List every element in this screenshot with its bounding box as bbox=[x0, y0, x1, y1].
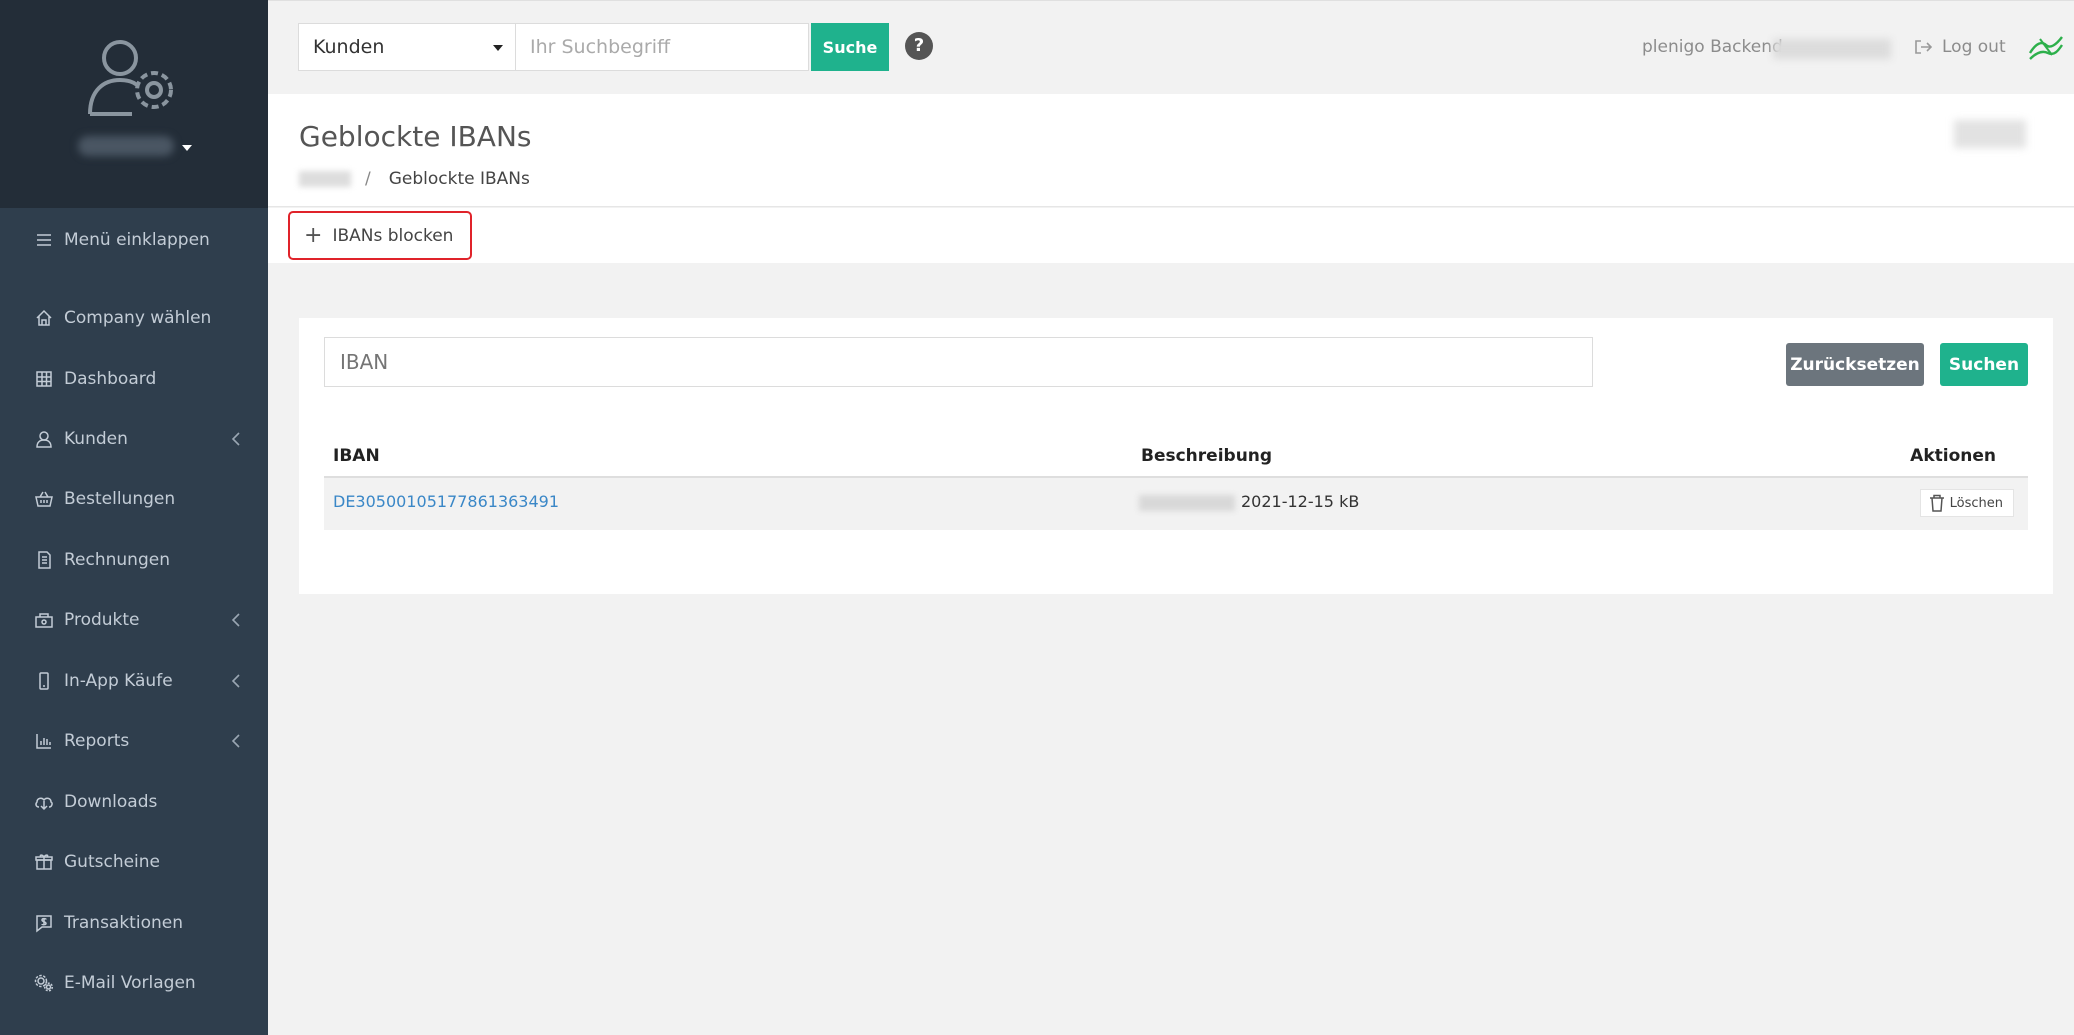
cloud-download-icon bbox=[34, 792, 54, 812]
backend-label: plenigo Backend bbox=[1642, 37, 1783, 57]
description-cell: 2021-12-15 kB bbox=[1139, 492, 1359, 511]
column-header-iban: IBAN bbox=[333, 446, 380, 466]
basket-icon bbox=[34, 489, 54, 509]
column-header-beschreibung: Beschreibung bbox=[1141, 446, 1273, 466]
table-row: DE30500105177861363491 2021-12-15 kB Lös… bbox=[324, 478, 2028, 530]
product-icon bbox=[34, 610, 54, 630]
sidebar-item-bestellungen[interactable]: Bestellungen bbox=[0, 476, 268, 522]
description-text: 2021-12-15 kB bbox=[1241, 492, 1360, 511]
filter-search-button[interactable]: Suchen bbox=[1940, 343, 2028, 386]
page-title: Geblockte IBANs bbox=[299, 120, 532, 153]
sidebar-item-label: Reports bbox=[64, 731, 130, 751]
trash-icon bbox=[1929, 494, 1944, 512]
user-icon bbox=[34, 429, 54, 449]
chart-icon bbox=[34, 731, 54, 751]
sidebar-item-label: Transaktionen bbox=[64, 913, 183, 933]
sidebar-item-label: Kunden bbox=[64, 429, 128, 449]
grid-icon bbox=[34, 369, 54, 389]
sidebar-item-label: In-App Käufe bbox=[64, 671, 173, 691]
invoice-icon bbox=[34, 550, 54, 570]
iban-link[interactable]: DE30500105177861363491 bbox=[333, 492, 559, 511]
caret-down-icon bbox=[493, 45, 503, 51]
sidebar-item-label: Rechnungen bbox=[64, 550, 170, 570]
chevron-left-icon bbox=[226, 731, 246, 751]
chevron-left-icon bbox=[226, 429, 246, 449]
backend-user-redacted bbox=[1773, 39, 1891, 59]
sidebar-item-inapp[interactable]: In-App Käufe bbox=[0, 658, 268, 704]
logout-label: Log out bbox=[1942, 37, 2006, 57]
home-icon bbox=[34, 308, 54, 328]
search-category-value: Kunden bbox=[313, 36, 385, 58]
help-icon[interactable]: ? bbox=[905, 32, 933, 60]
sidebar-item-company[interactable]: Company wählen bbox=[0, 295, 268, 341]
block-ibans-button[interactable]: + IBANs blocken bbox=[288, 211, 472, 260]
sidebar-item-label: Downloads bbox=[64, 792, 158, 812]
sidebar-item-label: Gutscheine bbox=[64, 852, 161, 872]
search-button[interactable]: Suche bbox=[811, 23, 889, 71]
chevron-left-icon bbox=[226, 671, 246, 691]
delete-button[interactable]: Löschen bbox=[1919, 489, 2014, 517]
gears-icon bbox=[34, 973, 54, 993]
sidebar-profile bbox=[0, 0, 268, 208]
sidebar-item-transaktionen[interactable]: Transaktionen bbox=[0, 900, 268, 946]
gift-icon bbox=[34, 852, 54, 872]
plus-icon: + bbox=[304, 222, 323, 248]
search-category-select[interactable]: Kunden bbox=[298, 23, 516, 71]
breadcrumb-current: Geblockte IBANs bbox=[388, 169, 530, 189]
sidebar-item-rechnungen[interactable]: Rechnungen bbox=[0, 537, 268, 583]
user-name-redacted[interactable] bbox=[78, 136, 174, 156]
breadcrumb-home-redacted[interactable] bbox=[299, 171, 351, 187]
sidebar-item-email-vorlagen[interactable]: E-Mail Vorlagen bbox=[0, 960, 268, 1006]
logout-icon bbox=[1915, 40, 1932, 54]
user-settings-icon bbox=[88, 40, 173, 116]
sidebar-item-dashboard[interactable]: Dashboard bbox=[0, 356, 268, 402]
caret-down-icon[interactable] bbox=[182, 145, 192, 151]
hamburger-icon bbox=[34, 230, 54, 250]
page-header: Geblockte IBANs / Geblockte IBANs bbox=[268, 94, 2074, 207]
plenigo-logo-icon[interactable] bbox=[2026, 31, 2066, 63]
breadcrumb: / Geblockte IBANs bbox=[299, 169, 530, 189]
description-redacted bbox=[1139, 494, 1235, 511]
logout-link[interactable]: Log out bbox=[1914, 37, 2006, 57]
search-input[interactable] bbox=[516, 23, 809, 71]
column-header-aktionen: Aktionen bbox=[1910, 446, 1996, 466]
sidebar-item-downloads[interactable]: Downloads bbox=[0, 779, 268, 825]
menu-collapse-label: Menü einklappen bbox=[64, 230, 210, 250]
phone-icon bbox=[34, 671, 54, 691]
sidebar-item-label: Dashboard bbox=[64, 369, 157, 389]
sidebar-item-gutscheine[interactable]: Gutscheine bbox=[0, 839, 268, 885]
topbar: Kunden Suche ? plenigo Backend Log out bbox=[268, 0, 2074, 94]
reset-button[interactable]: Zurücksetzen bbox=[1786, 343, 1924, 386]
sidebar-item-label: E-Mail Vorlagen bbox=[64, 973, 196, 993]
chevron-left-icon bbox=[226, 610, 246, 630]
header-action-redacted[interactable] bbox=[1954, 120, 2026, 148]
sidebar-item-produkte[interactable]: Produkte bbox=[0, 597, 268, 643]
breadcrumb-separator: / bbox=[365, 169, 371, 189]
iban-table: IBAN Beschreibung Aktionen DE30500105177… bbox=[324, 438, 2028, 530]
sidebar: Menü einklappen Company wählen Dashboard… bbox=[0, 0, 268, 1035]
action-bar: + IBANs blocken bbox=[268, 208, 2074, 263]
sidebar-item-reports[interactable]: Reports bbox=[0, 718, 268, 764]
delete-label: Löschen bbox=[1949, 495, 2003, 511]
sidebar-item-kunden[interactable]: Kunden bbox=[0, 416, 268, 462]
transaction-icon bbox=[34, 913, 54, 933]
sidebar-item-label: Bestellungen bbox=[64, 489, 176, 509]
sidebar-item-label: Company wählen bbox=[64, 308, 212, 328]
sidebar-item-label: Produkte bbox=[64, 610, 140, 630]
block-ibans-label: IBANs blocken bbox=[332, 225, 454, 246]
iban-filter-input[interactable] bbox=[324, 337, 1593, 387]
blocked-ibans-card: Zurücksetzen Suchen IBAN Beschreibung Ak… bbox=[299, 318, 2053, 594]
menu-collapse-toggle[interactable]: Menü einklappen bbox=[0, 217, 268, 263]
table-header: IBAN Beschreibung Aktionen bbox=[324, 438, 2028, 478]
